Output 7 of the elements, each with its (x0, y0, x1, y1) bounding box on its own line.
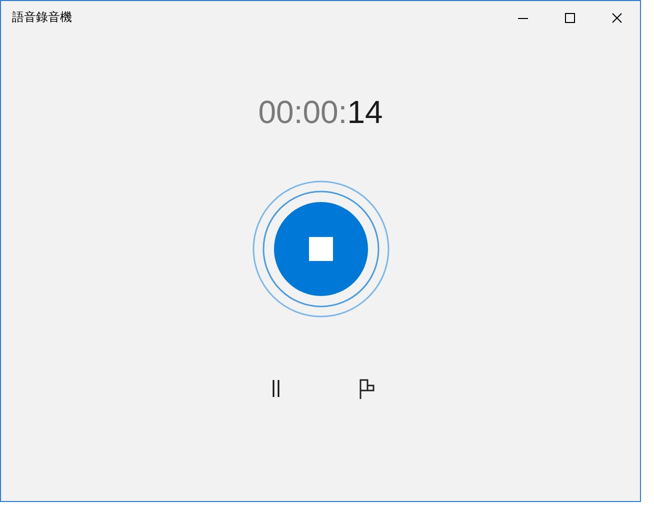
timer-elapsed-minutes: 00:00: (258, 94, 348, 130)
close-icon (612, 12, 622, 22)
window-title: 語音錄音機 (12, 9, 72, 26)
maximize-icon (564, 12, 574, 22)
timer-seconds: 14 (347, 94, 383, 130)
flag-icon (359, 378, 375, 400)
record-stop-button[interactable] (250, 179, 390, 319)
